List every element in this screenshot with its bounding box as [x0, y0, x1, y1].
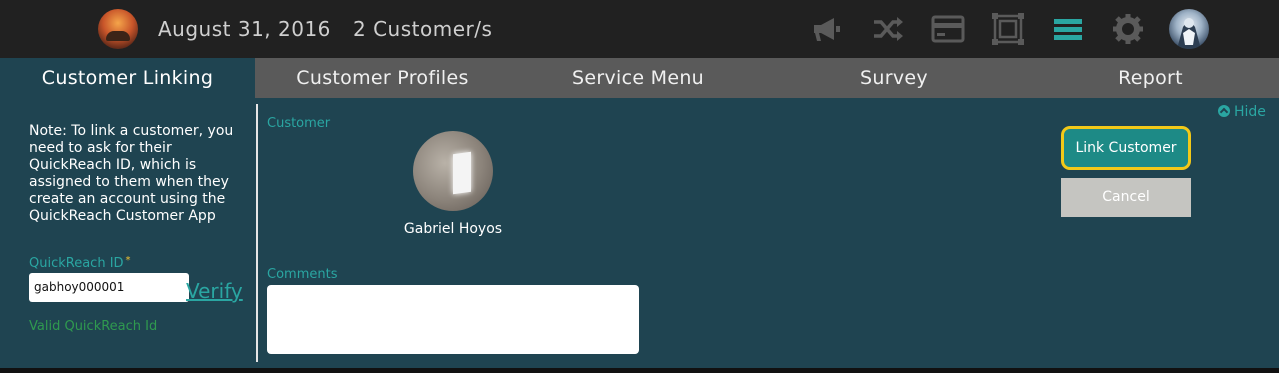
chevron-up-icon — [1218, 105, 1230, 117]
tab-customer-profiles[interactable]: Customer Profiles — [255, 58, 510, 98]
hide-label: Hide — [1234, 104, 1266, 120]
customer-name: Gabriel Hoyos — [403, 221, 503, 237]
comments-field[interactable] — [267, 285, 639, 354]
frame-icon[interactable] — [991, 12, 1025, 46]
customer-photo — [413, 131, 493, 211]
menu-icon[interactable] — [1051, 12, 1085, 46]
tab-customer-linking[interactable]: Customer Linking — [0, 58, 255, 98]
quickreach-id-input[interactable] — [29, 273, 189, 302]
tab-survey[interactable]: Survey — [766, 58, 1022, 98]
profile-avatar[interactable] — [1169, 9, 1209, 49]
app-logo[interactable] — [98, 9, 138, 49]
hide-toggle[interactable]: Hide — [1218, 104, 1266, 120]
linking-note: Note: To link a customer, you need to as… — [29, 123, 234, 224]
main-nav: Customer Linking Customer Profiles Servi… — [0, 58, 1279, 98]
cancel-button[interactable]: Cancel — [1061, 178, 1191, 217]
top-bar: August 31, 2016 2 Customer/s — [0, 0, 1279, 58]
valid-message: Valid QuickReach Id — [29, 319, 158, 334]
verify-link[interactable]: Verify — [186, 279, 243, 303]
comments-label: Comments — [267, 267, 338, 282]
shuffle-icon[interactable] — [871, 12, 905, 46]
customer-count: 2 Customer/s — [353, 17, 493, 41]
gear-icon[interactable] — [1111, 12, 1145, 46]
quickreach-id-label: QuickReach ID * — [29, 255, 131, 271]
bottom-strip — [0, 368, 1279, 373]
current-date: August 31, 2016 — [158, 17, 331, 41]
link-customer-button[interactable]: Link Customer — [1061, 126, 1191, 170]
tab-service-menu[interactable]: Service Menu — [510, 58, 766, 98]
card-icon[interactable] — [931, 12, 965, 46]
tab-report[interactable]: Report — [1022, 58, 1279, 98]
customer-label: Customer — [267, 116, 331, 131]
megaphone-icon[interactable] — [810, 12, 844, 46]
panel-divider — [256, 104, 258, 362]
required-mark: * — [125, 255, 131, 266]
